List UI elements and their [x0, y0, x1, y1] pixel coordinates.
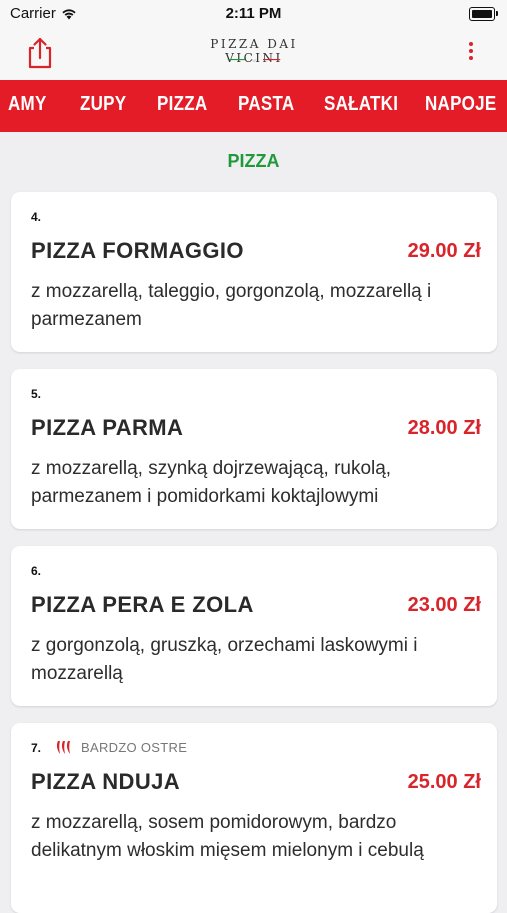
tab-zupy[interactable]: ZUPY: [80, 93, 126, 116]
item-name: PIZZA NDUJA: [31, 769, 181, 794]
item-description: z mozzarellą, sosem pomidorowym, bardzo …: [31, 812, 424, 861]
menu-item-card[interactable]: 5. PIZZA PARMA 28.00 Zł z mozzarellą, sz…: [11, 369, 497, 529]
more-vertical-icon: [469, 42, 473, 46]
chili-peppers-icon: [56, 741, 70, 754]
navigation-bar: PIZZA DAI VICINI: [0, 28, 507, 80]
item-number: 7.: [31, 741, 42, 755]
more-options-button[interactable]: [463, 40, 479, 68]
status-bar: Carrier 2:11 PM: [0, 0, 507, 28]
battery-icon: [469, 7, 498, 21]
menu-item-card[interactable]: 6. PIZZA PERA E ZOLA 23.00 Zł z gorgonzo…: [11, 546, 497, 706]
tab-pizza[interactable]: PIZZA: [157, 93, 207, 116]
status-time: 2:11 PM: [225, 5, 282, 22]
item-price: 23.00 Zł: [407, 594, 481, 616]
share-button[interactable]: [24, 36, 56, 70]
spicy-label: BARDZO OSTRE: [81, 739, 188, 755]
section-title: PIZZA: [227, 151, 280, 171]
item-name: PIZZA FORMAGGIO: [31, 238, 244, 263]
italian-flag-stripe: [227, 59, 281, 62]
item-description: z mozzarellą, taleggio, gorgonzolą, mozz…: [31, 281, 432, 330]
tab-pasta[interactable]: PASTA: [238, 93, 294, 116]
item-name: PIZZA PARMA: [31, 415, 184, 440]
share-icon: [28, 37, 52, 69]
category-tab-bar: AMY ZUPY PIZZA PASTA SAŁATKI NAPOJE: [0, 80, 507, 132]
item-number: 5.: [31, 387, 42, 401]
item-description: z gorgonzolą, gruszką, orzechami laskowy…: [31, 635, 418, 684]
item-description: z mozzarellą, szynką dojrzewającą, rukol…: [31, 458, 392, 507]
item-price: 25.00 Zł: [407, 771, 481, 793]
tab-amy[interactable]: AMY: [8, 93, 47, 116]
item-number: 4.: [31, 210, 42, 224]
tab-salatki[interactable]: SAŁATKI: [324, 93, 398, 116]
menu-item-card[interactable]: 7. BARDZO OSTRE PIZZA NDUJA 25.00 Zł z m…: [11, 723, 497, 913]
item-name: PIZZA PERA E ZOLA: [31, 592, 254, 617]
tab-napoje[interactable]: NAPOJE: [425, 93, 496, 116]
item-price: 28.00 Zł: [407, 417, 481, 439]
app-logo: PIZZA DAI VICINI: [184, 37, 324, 69]
item-number: 6.: [31, 564, 42, 578]
item-price: 29.00 Zł: [407, 240, 481, 262]
menu-item-card[interactable]: 4. PIZZA FORMAGGIO 29.00 Zł z mozzarellą…: [11, 192, 497, 352]
spicy-badge: BARDZO OSTRE: [55, 739, 187, 755]
